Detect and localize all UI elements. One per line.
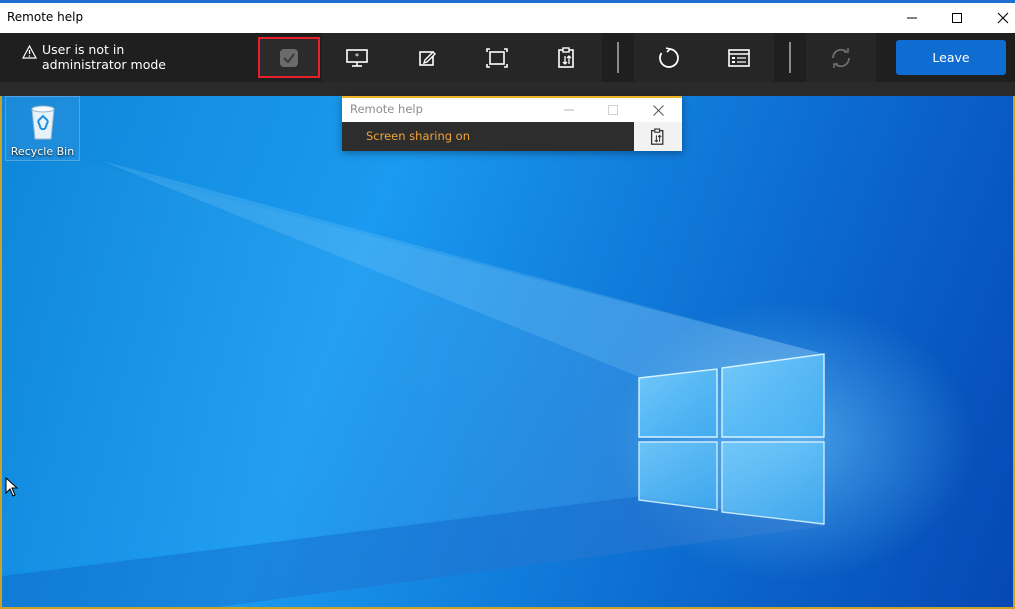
annotate-pen-icon <box>419 50 436 66</box>
close-button[interactable] <box>980 3 1015 33</box>
recycle-bin-icon <box>30 105 55 140</box>
warning-icon <box>22 45 37 59</box>
task-manager-icon <box>728 48 750 67</box>
maximize-icon <box>952 13 962 23</box>
session-toolbar: User is not in administrator mode * Leav… <box>0 33 1015 82</box>
windows-wallpaper <box>2 156 825 607</box>
reconnect-button[interactable] <box>806 33 876 82</box>
toolbar-separator <box>789 42 791 73</box>
window-title: Remote help <box>7 10 84 24</box>
admin-mode-warning: User is not in administrator mode <box>22 42 166 72</box>
minimize-button[interactable] <box>889 3 935 33</box>
restart-icon <box>659 46 679 68</box>
remote-desktop-view[interactable]: Recycle Bin <box>0 96 1015 609</box>
popup-title-bar[interactable]: Remote help <box>342 96 682 122</box>
popup-close-button[interactable] <box>636 98 680 122</box>
popup-title: Remote help <box>350 102 423 116</box>
warning-line-2: administrator mode <box>42 57 166 72</box>
warning-line-1: User is not in <box>42 42 125 57</box>
screen-sharing-status: Screen sharing on <box>366 129 471 143</box>
annotate-button[interactable] <box>392 33 462 82</box>
svg-text:*: * <box>355 52 359 61</box>
popup-maximize-button[interactable] <box>591 98 635 122</box>
clipboard-transfer-button[interactable] <box>532 33 602 82</box>
reconnect-icon <box>832 47 850 68</box>
monitor-icon: * <box>346 48 368 67</box>
fit-screen-icon <box>486 47 508 68</box>
recycle-bin-label: Recycle Bin <box>10 145 75 158</box>
popup-body: Screen sharing on <box>342 122 682 151</box>
elevate-shield-icon <box>280 48 298 67</box>
clipboard-transfer-icon <box>558 46 574 68</box>
toolbar-separator <box>617 42 619 73</box>
remote-help-status-popup: Remote help Screen sharing on <box>342 96 682 151</box>
minimize-icon <box>564 109 574 111</box>
close-icon <box>997 12 1009 24</box>
toolbar-bottom-strip <box>0 82 1015 96</box>
popup-minimize-button[interactable] <box>547 98 591 122</box>
leave-button[interactable]: Leave <box>896 40 1006 75</box>
close-icon <box>652 104 664 116</box>
maximize-button[interactable] <box>934 3 980 33</box>
title-bar[interactable]: Remote help <box>0 3 1015 33</box>
popup-clipboard-button[interactable] <box>634 122 682 151</box>
elevate-button[interactable] <box>258 37 320 78</box>
mouse-cursor-icon <box>5 477 19 497</box>
restart-button[interactable] <box>634 33 704 82</box>
maximize-icon <box>608 105 618 115</box>
clipboard-transfer-icon <box>650 127 664 145</box>
fit-screen-button[interactable] <box>462 33 532 82</box>
view-screen-button[interactable]: * <box>322 33 392 82</box>
recycle-bin-shortcut[interactable]: Recycle Bin <box>5 96 80 161</box>
task-manager-button[interactable] <box>704 33 774 82</box>
minimize-icon <box>907 17 917 19</box>
